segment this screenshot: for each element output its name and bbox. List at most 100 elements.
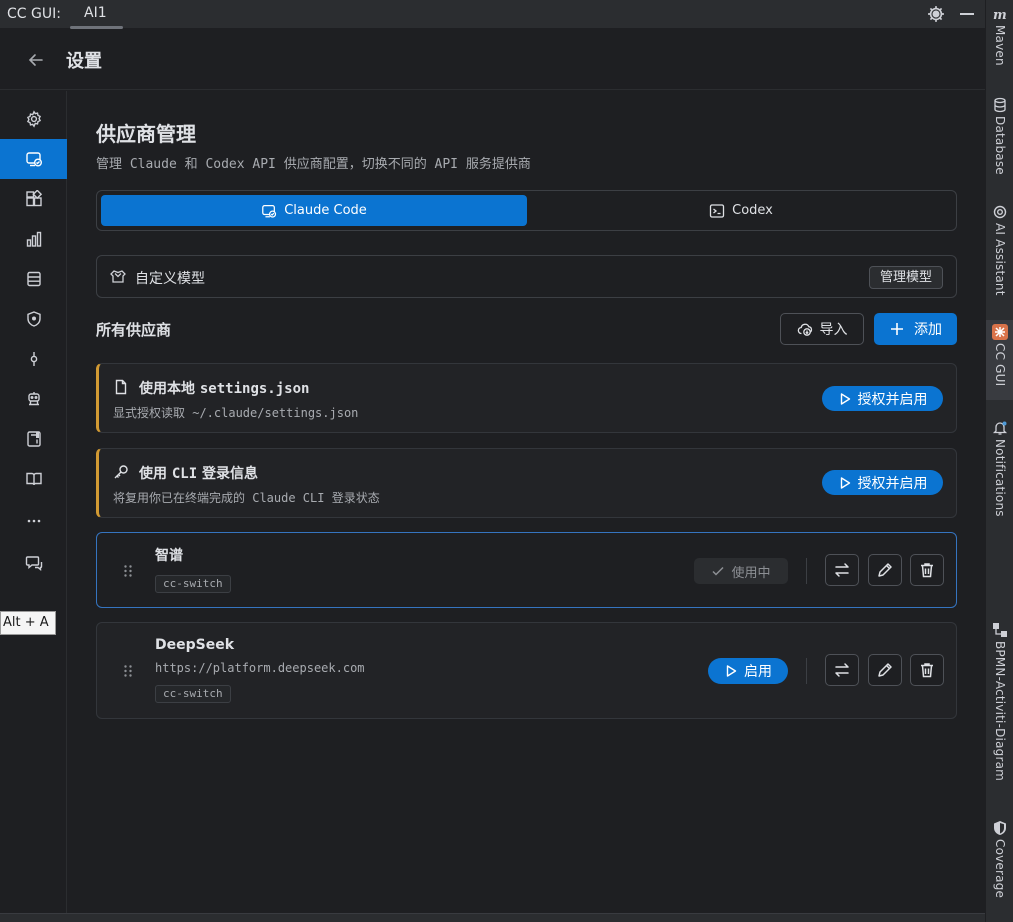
provider-url: https://platform.deepseek.com xyxy=(155,661,365,675)
switch-button[interactable] xyxy=(825,654,859,686)
provider-icon xyxy=(25,152,42,167)
sidebar-item-more[interactable] xyxy=(0,501,67,541)
sidebar-item-agent[interactable] xyxy=(0,379,67,419)
notebook-icon xyxy=(26,431,41,447)
sidebar-item-permissions[interactable] xyxy=(0,299,67,339)
sidebar-item-usage[interactable] xyxy=(0,219,67,259)
sidebar-item-commit[interactable] xyxy=(0,339,67,379)
tool-window-titlebar: CC GUI: AI1 xyxy=(0,0,985,29)
sidebar-item-docs[interactable] xyxy=(0,459,67,499)
sidebar-item-data[interactable] xyxy=(0,259,67,299)
add-provider-button[interactable]: 添加 xyxy=(874,313,957,345)
drag-handle-icon[interactable] xyxy=(123,664,133,678)
custom-model-icon xyxy=(110,270,126,283)
database-tool[interactable]: Database xyxy=(986,97,1013,175)
authorize-enable-button[interactable]: 授权并启用 xyxy=(822,386,943,411)
card-description: 将复用你已在终端完成的 Claude CLI 登录状态 xyxy=(113,491,380,505)
provider-name: 智谱 xyxy=(155,548,183,564)
shield-icon xyxy=(994,821,1006,835)
card-title: 使用 CLI 登录信息 xyxy=(139,466,259,482)
provider-name: DeepSeek xyxy=(155,637,235,653)
settings-sidebar xyxy=(0,91,67,913)
enable-button[interactable]: 启用 xyxy=(708,658,788,684)
pencil-icon xyxy=(878,563,892,577)
switch-button[interactable] xyxy=(825,554,859,586)
notifications-tool[interactable]: Notifications xyxy=(986,420,1013,517)
database-icon xyxy=(994,97,1006,113)
trash-icon xyxy=(921,663,933,678)
edit-button[interactable] xyxy=(868,654,902,686)
coverage-tool[interactable]: Coverage xyxy=(986,820,1013,898)
maven-icon: m xyxy=(993,8,1007,22)
ai-assistant-tool[interactable]: AI Assistant xyxy=(986,204,1013,296)
status-bar xyxy=(0,913,985,922)
delete-button[interactable] xyxy=(910,654,944,686)
provider-tag: cc-switch xyxy=(155,575,231,593)
right-tool-strip: m Maven Database AI Assistant CC GUI Not… xyxy=(985,0,1013,922)
sidebar-item-providers[interactable] xyxy=(0,139,67,179)
sidebar-item-plugins[interactable] xyxy=(0,179,67,219)
plus-icon xyxy=(891,323,903,335)
sidebar-item-feedback[interactable] xyxy=(0,543,67,583)
bpmn-icon xyxy=(993,623,1007,637)
providers-heading: 所有供应商 xyxy=(96,321,172,339)
terminal-icon xyxy=(709,203,725,218)
card-title: 使用本地 settings.json xyxy=(139,381,310,397)
divider xyxy=(806,658,807,684)
usage-chart-icon xyxy=(26,231,41,247)
tab-label: Claude Code xyxy=(284,203,367,218)
provider-card-deepseek[interactable]: DeepSeek https://platform.deepseek.com c… xyxy=(96,622,957,719)
play-icon xyxy=(840,476,850,489)
import-button[interactable]: 导入 xyxy=(780,313,864,345)
cc-gui-tool[interactable]: CC GUI xyxy=(986,320,1013,400)
local-settings-card: 使用本地 settings.json 显式授权读取 ~/.claude/sett… xyxy=(96,363,957,433)
cc-gui-icon xyxy=(992,324,1008,340)
custom-model-row: 自定义模型 管理模型 xyxy=(96,255,957,298)
cloud-import-icon xyxy=(797,323,812,336)
gear-icon[interactable] xyxy=(926,4,946,24)
authorize-enable-button[interactable]: 授权并启用 xyxy=(822,470,943,495)
swap-icon xyxy=(835,563,849,577)
in-use-badge: 使用中 xyxy=(694,558,788,584)
ai-assistant-icon xyxy=(993,205,1007,219)
database-icon xyxy=(26,271,41,287)
provider-card-zhipu[interactable]: 智谱 cc-switch 使用中 xyxy=(96,532,957,608)
settings-icon xyxy=(26,110,41,128)
feedback-icon xyxy=(25,556,42,571)
section-heading: 供应商管理 xyxy=(96,122,196,146)
plugins-icon xyxy=(25,190,42,207)
provider-tag: cc-switch xyxy=(155,685,231,703)
trash-icon xyxy=(921,563,933,578)
minimize-icon[interactable] xyxy=(960,13,974,15)
cli-tabs: Claude Code Codex xyxy=(96,190,957,231)
play-icon xyxy=(840,392,850,405)
file-icon xyxy=(115,379,127,395)
sidebar-item-general[interactable] xyxy=(0,99,67,139)
more-icon xyxy=(27,519,40,523)
sidebar-item-notebook[interactable] xyxy=(0,419,67,459)
tab-claude-code[interactable]: Claude Code xyxy=(101,195,527,226)
drag-handle-icon[interactable] xyxy=(123,564,133,578)
tab-ai1[interactable]: AI1 xyxy=(84,5,107,21)
key-icon xyxy=(114,465,128,479)
divider xyxy=(806,558,807,584)
pencil-icon xyxy=(878,663,892,677)
delete-button[interactable] xyxy=(910,554,944,586)
edit-button[interactable] xyxy=(868,554,902,586)
manage-models-button[interactable]: 管理模型 xyxy=(868,266,943,289)
docs-book-icon xyxy=(25,472,42,486)
maven-tool[interactable]: m Maven xyxy=(986,6,1013,66)
agent-icon xyxy=(27,392,40,406)
tab-codex[interactable]: Codex xyxy=(529,195,953,226)
settings-header: 设置 xyxy=(0,30,985,90)
play-icon xyxy=(726,665,737,677)
page-title: 设置 xyxy=(66,51,102,72)
back-arrow-icon[interactable] xyxy=(26,50,46,70)
shortcut-tooltip: Alt + A xyxy=(0,611,56,635)
bpmn-tool[interactable]: BPMN-Activiti-Diagram xyxy=(986,622,1013,781)
cli-login-card: 使用 CLI 登录信息 将复用你已在终端完成的 Claude CLI 登录状态 … xyxy=(96,448,957,518)
swap-icon xyxy=(835,663,849,677)
check-icon xyxy=(712,566,725,576)
section-description: 管理 Claude 和 Codex API 供应商配置，切换不同的 API 服务… xyxy=(96,157,531,172)
commit-icon xyxy=(30,352,37,366)
